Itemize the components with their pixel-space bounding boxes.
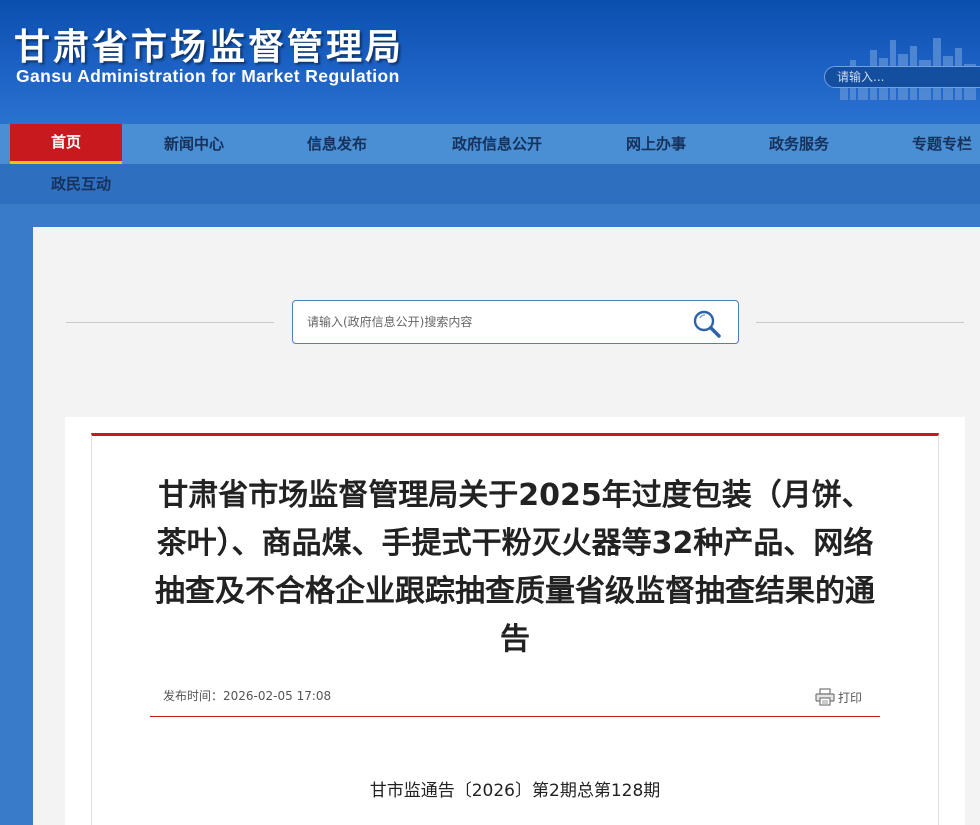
main-nav: 首页 新闻中心 信息发布 政府信息公开 网上办事 政务服务 专题专栏 bbox=[0, 124, 980, 164]
search-icon[interactable] bbox=[691, 308, 723, 340]
title-divider bbox=[150, 716, 880, 717]
nav-item-news[interactable]: 新闻中心 bbox=[140, 124, 248, 164]
nav-item-gov-info[interactable]: 政府信息公开 bbox=[436, 124, 558, 164]
header-search-input[interactable]: 请输入... bbox=[824, 66, 980, 88]
document-number: 甘市监通告〔2026〕第2期总第128期 bbox=[369, 781, 661, 801]
printer-icon bbox=[815, 688, 835, 706]
site-title-en: Gansu Administration for Market Regulati… bbox=[16, 66, 400, 86]
site-header: 甘肃省市场监督管理局 Gansu Administration for Mark… bbox=[0, 0, 980, 124]
divider-left bbox=[66, 322, 274, 323]
nav-item-special-topics[interactable]: 专题专栏 bbox=[888, 124, 980, 164]
gov-info-search-box bbox=[292, 300, 739, 344]
nav-item-interaction[interactable]: 政民互动 bbox=[27, 164, 135, 204]
nav-item-gov-services[interactable]: 政务服务 bbox=[745, 124, 853, 164]
city-skyline-image bbox=[840, 38, 976, 100]
publish-label: 发布时间： bbox=[163, 689, 224, 703]
print-label: 打印 bbox=[838, 690, 863, 705]
article-title: 甘肃省市场监督管理局关于2025年过度包装（月饼、茶叶）、商品煤、手提式干粉灭火… bbox=[155, 478, 875, 657]
nav-item-info-release[interactable]: 信息发布 bbox=[283, 124, 391, 164]
divider-right bbox=[756, 322, 964, 323]
nav-item-online-services[interactable]: 网上办事 bbox=[602, 124, 710, 164]
nav-item-home[interactable]: 首页 bbox=[10, 124, 122, 164]
publish-info: 发布时间：2026-02-05 17:08 bbox=[163, 687, 331, 704]
main-nav-row2: 政民互动 bbox=[0, 164, 980, 204]
gov-info-search-input[interactable] bbox=[307, 311, 667, 333]
print-button[interactable]: 打印 bbox=[815, 686, 862, 708]
site-title-cn[interactable]: 甘肃省市场监督管理局 bbox=[14, 18, 404, 70]
publish-time: 2026-02-05 17:08 bbox=[223, 689, 332, 703]
